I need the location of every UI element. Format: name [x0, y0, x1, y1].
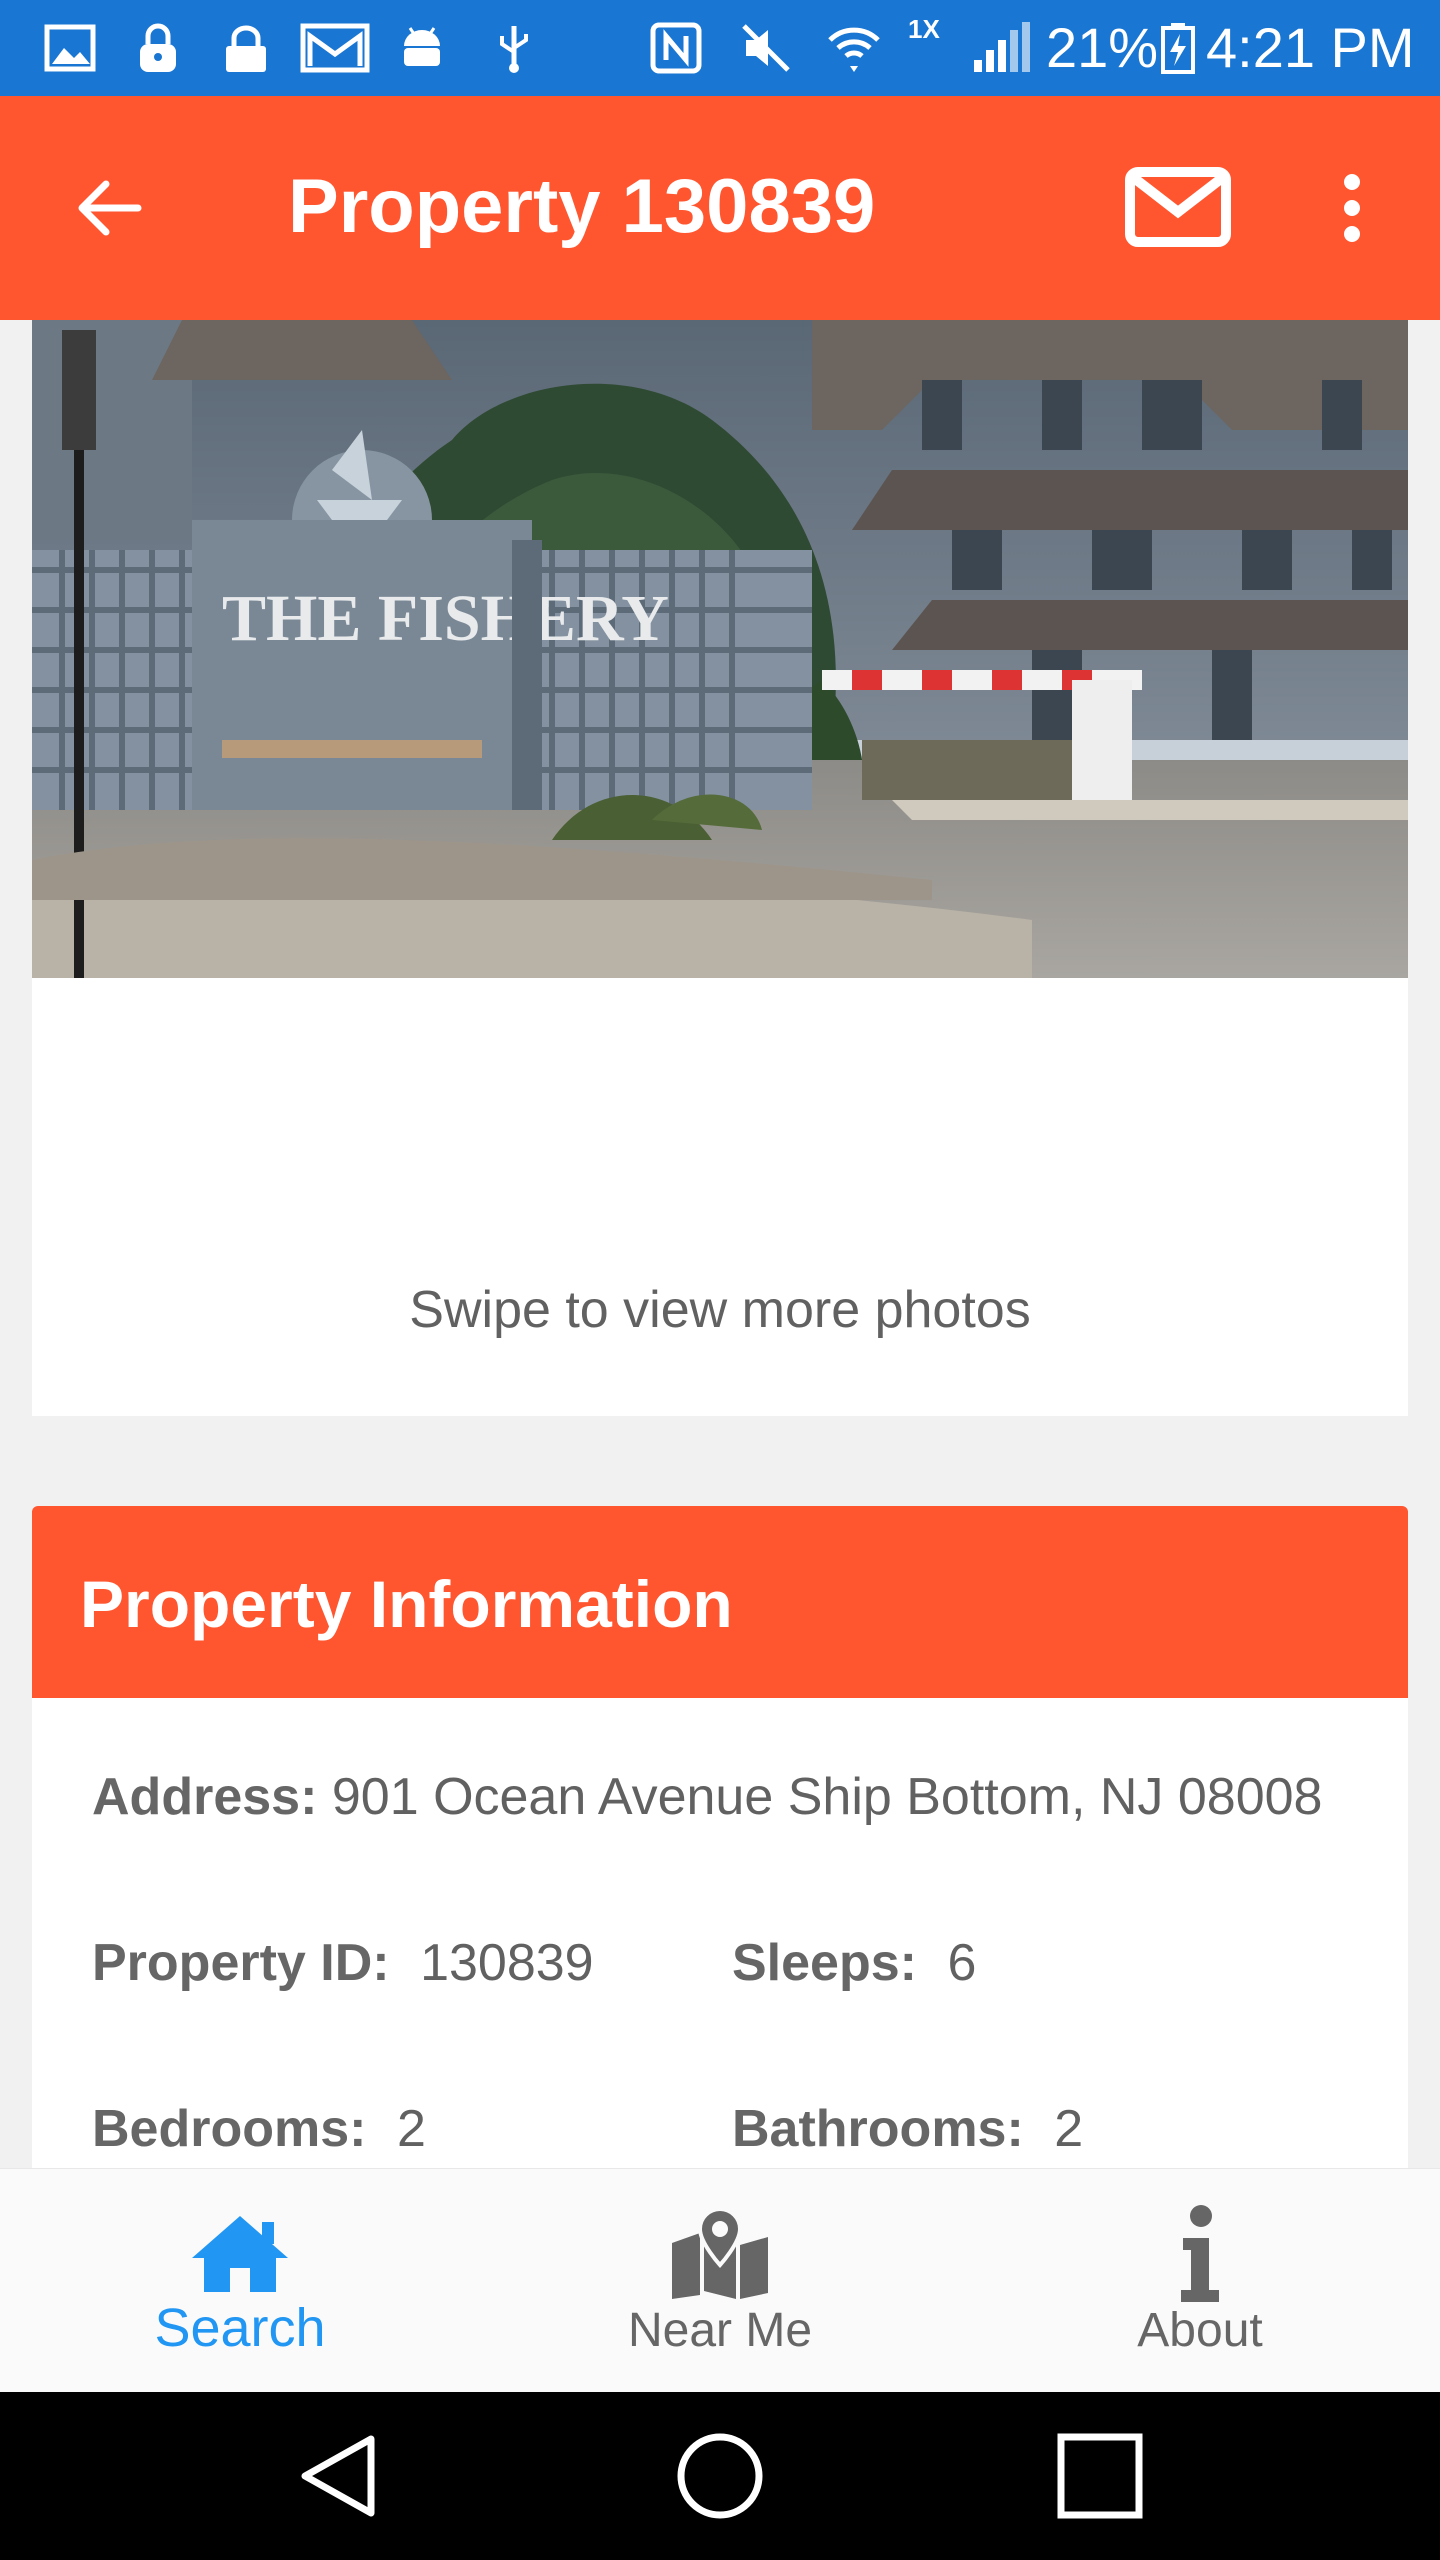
bathrooms-value: 2 [1054, 2100, 1084, 2158]
system-back-button[interactable] [290, 2426, 390, 2526]
bathrooms-field: Bathrooms: 2 [732, 2096, 1083, 2162]
battery-percent: 21% [1046, 16, 1159, 79]
square-recents-icon [1057, 2433, 1143, 2519]
signal-icon [974, 22, 1030, 72]
sleeps-value: 6 [947, 1934, 977, 1992]
address-value[interactable]: 901 Ocean Avenue Ship Bottom, NJ 08008 [332, 1768, 1323, 1826]
circle-home-icon [677, 2433, 763, 2519]
address-field: Address: 901 Ocean Avenue Ship Bottom, N… [92, 1764, 1352, 1830]
bathrooms-label: Bathrooms: [732, 2100, 1024, 2158]
nav-label-search: Search [154, 2298, 326, 2358]
lock-icon [140, 23, 176, 72]
photo-sign-text: THE FISHERY [222, 582, 669, 655]
mute-icon [742, 24, 790, 72]
property-info-title: Property Information [80, 1567, 733, 1641]
system-home-button[interactable] [670, 2426, 770, 2526]
triangle-back-icon [301, 2435, 375, 2517]
bedrooms-field: Bedrooms: 2 [92, 2096, 426, 2162]
home-icon [185, 2199, 295, 2309]
lock-icon [226, 25, 266, 72]
swipe-hint: Swipe to view more photos [409, 1281, 1031, 1339]
page-title: Property 130839 [288, 164, 876, 249]
photo-gallery[interactable]: THE FISHERY Swipe to view more photos [32, 320, 1408, 1416]
overflow-menu-button[interactable] [1320, 166, 1384, 250]
sleeps-label: Sleeps: [732, 1934, 917, 1992]
status-bar: 1X 21% 4:21 PM [0, 0, 1440, 96]
sleeps-field: Sleeps: 6 [732, 1930, 976, 1996]
more-vert-icon [1344, 174, 1360, 242]
property-photo[interactable]: THE FISHERY [32, 320, 1408, 978]
app-bar: Property 130839 [0, 96, 1440, 320]
map-marker-icon [665, 2199, 775, 2309]
nav-item-search[interactable]: Search [0, 2169, 480, 2393]
bedrooms-value: 2 [396, 2100, 426, 2158]
nav-label-near-me: Near Me [627, 2304, 813, 2357]
android-icon [404, 27, 440, 66]
back-arrow-icon [78, 180, 142, 236]
bottom-navigation: Search Near Me About [0, 2168, 1440, 2392]
back-button[interactable] [60, 160, 156, 256]
info-icon [1145, 2199, 1255, 2309]
property-info-header: Property Information [32, 1506, 1408, 1698]
property-id-value: 130839 [420, 1934, 594, 1992]
nav-item-near-me[interactable]: Near Me [480, 2169, 960, 2393]
nav-label-about: About [1137, 2304, 1263, 2357]
network-speed-label: 1X [908, 14, 940, 44]
nav-item-about[interactable]: About [960, 2169, 1440, 2393]
property-id-label: Property ID: [92, 1934, 390, 1992]
email-button[interactable] [1124, 166, 1244, 250]
system-navigation-bar [0, 2392, 1440, 2560]
property-info-card: Address: 901 Ocean Avenue Ship Bottom, N… [32, 1698, 1408, 2168]
property-id-field: Property ID: 130839 [92, 1930, 594, 1996]
wifi-icon [828, 27, 880, 72]
bedrooms-label: Bedrooms: [92, 2100, 367, 2158]
battery-icon [1161, 23, 1195, 74]
mail-icon [1125, 167, 1231, 247]
usb-icon [500, 26, 528, 73]
system-recents-button[interactable] [1050, 2426, 1150, 2526]
clock: 4:21 PM [1206, 16, 1415, 79]
nfc-icon [650, 22, 702, 74]
gallery-icon [44, 24, 96, 72]
gmail-icon [300, 23, 370, 73]
property-photo-image: THE FISHERY [32, 320, 1408, 978]
address-label: Address: [92, 1768, 318, 1826]
